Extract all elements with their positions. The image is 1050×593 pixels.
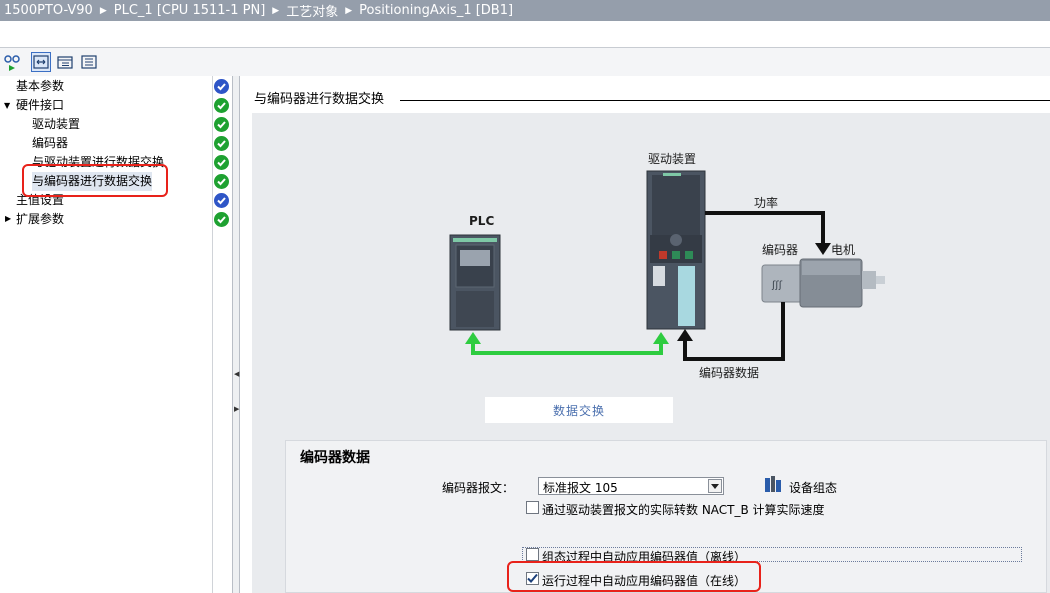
- section-rule: [400, 100, 1050, 101]
- svg-text:ʃʃʃ: ʃʃʃ: [771, 280, 783, 291]
- motor-encoder-icon: ʃʃʃ: [761, 258, 885, 308]
- status-info-icon: [214, 193, 229, 208]
- tree-item-hardware-interface[interactable]: 硬件接口: [16, 96, 64, 115]
- diagram-panel: 驱动装置 PLC 功率 编码器 电机 编码器数据 数据交换 ʃʃʃ 编码器数据 …: [252, 113, 1050, 593]
- tree-divider: [212, 76, 213, 593]
- telegram-select-value: 标准报文 105: [543, 481, 618, 495]
- status-ok-icon: [214, 98, 229, 113]
- editor-header-bar: [0, 21, 1050, 48]
- expand-right-icon[interactable]: ▶: [234, 405, 239, 413]
- chevron-down-icon[interactable]: [708, 479, 722, 493]
- tree-item-drive[interactable]: 驱动装置: [32, 115, 80, 134]
- navigation-tree: 基本参数 ▼ 硬件接口 驱动装置 编码器 与驱动装置进行数据交换 与编码器进行数…: [0, 76, 232, 593]
- system-diagram: ʃʃʃ: [449, 170, 885, 361]
- device-config-link[interactable]: 设备组态: [789, 479, 837, 496]
- breadcrumb-technology-objects[interactable]: 工艺对象: [286, 1, 338, 20]
- status-ok-icon: [214, 212, 229, 227]
- tree-item-encoder[interactable]: 编码器: [32, 134, 68, 153]
- breadcrumb-plc[interactable]: PLC_1 [CPU 1511-1 PN]: [114, 3, 266, 18]
- breadcrumb-project[interactable]: 1500PTO-V90: [4, 3, 93, 18]
- breadcrumb-axis[interactable]: PositioningAxis_1 [DB1]: [359, 3, 513, 18]
- collapse-tree-icon[interactable]: [79, 52, 99, 72]
- status-ok-icon: [214, 174, 229, 189]
- toolbar: [0, 48, 1050, 76]
- online-monitor-icon[interactable]: [2, 52, 22, 72]
- encoder-data-title: 编码器数据: [300, 450, 370, 466]
- telegram-label: 编码器报文：: [442, 481, 515, 495]
- functional-view-icon[interactable]: [31, 52, 51, 72]
- offline-apply-checkbox[interactable]: [526, 548, 539, 561]
- nact-checkbox[interactable]: [526, 501, 539, 514]
- plc-device-icon: [449, 234, 501, 331]
- highlight-annotation: [22, 164, 168, 197]
- breadcrumb-separator-icon: ▶: [99, 5, 107, 16]
- device-config-icon[interactable]: [764, 475, 782, 496]
- highlight-annotation: [507, 561, 761, 592]
- status-ok-icon: [214, 117, 229, 132]
- breadcrumb: 1500PTO-V90 ▶ PLC_1 [CPU 1511-1 PN] ▶ 工艺…: [0, 0, 1050, 21]
- status-ok-icon: [214, 155, 229, 170]
- section-title: 与编码器进行数据交换: [254, 88, 393, 107]
- encoder-data-section: 编码器数据 编码器报文： 标准报文 105 设备组态 通过驱动装置报文的实际转数…: [285, 440, 1047, 593]
- breadcrumb-separator-icon: ▶: [272, 5, 280, 16]
- nact-checkbox-label: 通过驱动装置报文的实际转数 NACT_B 计算实际速度: [542, 503, 825, 517]
- status-info-icon: [214, 79, 229, 94]
- tree-item-basic-parameters[interactable]: 基本参数: [16, 77, 64, 96]
- status-ok-icon: [214, 136, 229, 151]
- drive-device-icon: [646, 170, 706, 330]
- telegram-select[interactable]: 标准报文 105: [538, 477, 724, 495]
- expand-tree-icon[interactable]: [55, 52, 75, 72]
- breadcrumb-separator-icon: ▶: [345, 5, 353, 16]
- collapse-left-icon[interactable]: ◀: [234, 370, 239, 378]
- content-area: 与编码器进行数据交换 驱动装置 PLC 功率 编码器 电机 编码器数据 数据交换: [240, 76, 1050, 593]
- expand-right-icon[interactable]: ▶: [5, 214, 11, 223]
- expand-down-icon[interactable]: ▼: [4, 101, 10, 110]
- panel-splitter[interactable]: ◀ ▶: [232, 76, 240, 593]
- tree-item-extended-parameters[interactable]: 扩展参数: [16, 210, 64, 229]
